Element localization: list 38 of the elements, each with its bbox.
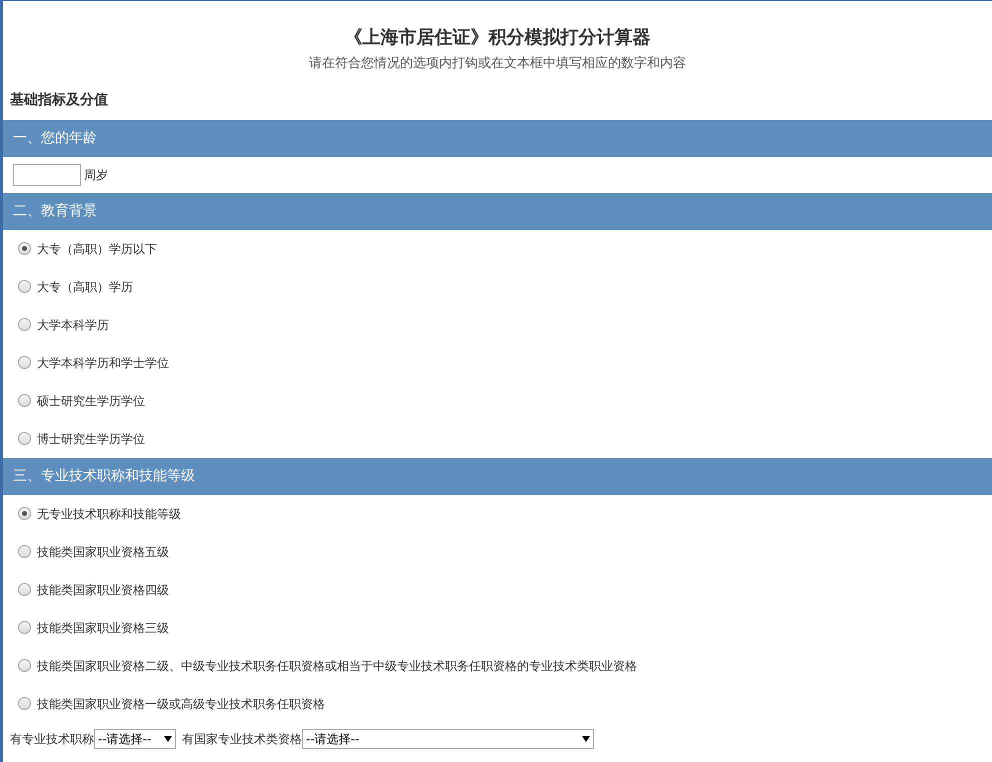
- unit-label: 周岁: [84, 166, 108, 184]
- page-subtitle: 请在符合您情况的选项内打钩或在文本框中填写相应的数字和内容: [309, 55, 686, 73]
- radio-button[interactable]: [18, 621, 31, 634]
- dropdown[interactable]: --请选择--: [94, 728, 176, 748]
- age-field[interactable]: [13, 164, 81, 186]
- option-label: 技能类国家职业资格四级: [37, 582, 169, 598]
- option-label: 大学本科学历: [37, 316, 109, 334]
- option-label: 大专（高职）学历以下: [37, 240, 157, 258]
- radio-button[interactable]: [18, 280, 31, 293]
- select-label: 有国家专业技术类资格: [182, 730, 302, 748]
- radio-button[interactable]: [18, 507, 31, 520]
- option-label: 硕士研究生学历学位: [37, 392, 145, 410]
- section-header: 一、您的年龄: [3, 120, 992, 156]
- radio-button[interactable]: [18, 242, 31, 255]
- select-label: 有专业技术职称: [10, 730, 94, 748]
- option-label: 大学本科学历和学士学位: [37, 354, 169, 372]
- radio-button[interactable]: [18, 394, 31, 407]
- radio-button[interactable]: [18, 356, 31, 369]
- option-label: 技能类国家职业资格三级: [37, 620, 169, 636]
- option-label: 技能类国家职业资格五级: [37, 544, 169, 560]
- page-title: 《上海市居住证》积分模拟打分计算器: [344, 26, 650, 50]
- option-label: 技能类国家职业资格二级、中级专业技术职务任职资格或相当于中级专业技术职务任职资格的专业技术类职业资格: [37, 658, 637, 674]
- radio-button[interactable]: [18, 697, 31, 710]
- option-label: 大专（高职）学历: [37, 278, 133, 296]
- option-label: 无专业技术职称和技能等级: [37, 506, 181, 522]
- radio-button[interactable]: [18, 318, 31, 331]
- section-heading: 基础指标及分值: [9, 90, 109, 110]
- option-label: 博士研究生学历学位: [37, 430, 145, 448]
- radio-button[interactable]: [18, 659, 31, 672]
- section-header: 三、专业技术职称和技能等级: [3, 458, 992, 494]
- section-header: 二、教育背景: [3, 192, 992, 230]
- radio-button[interactable]: [18, 583, 31, 596]
- radio-button[interactable]: [18, 432, 31, 445]
- caret-icon: [164, 736, 172, 742]
- dropdown[interactable]: --请选择--: [302, 728, 594, 748]
- radio-button[interactable]: [18, 545, 31, 558]
- option-label: 技能类国家职业资格一级或高级专业技术职务任职资格: [37, 696, 325, 712]
- caret-icon: [582, 736, 590, 742]
